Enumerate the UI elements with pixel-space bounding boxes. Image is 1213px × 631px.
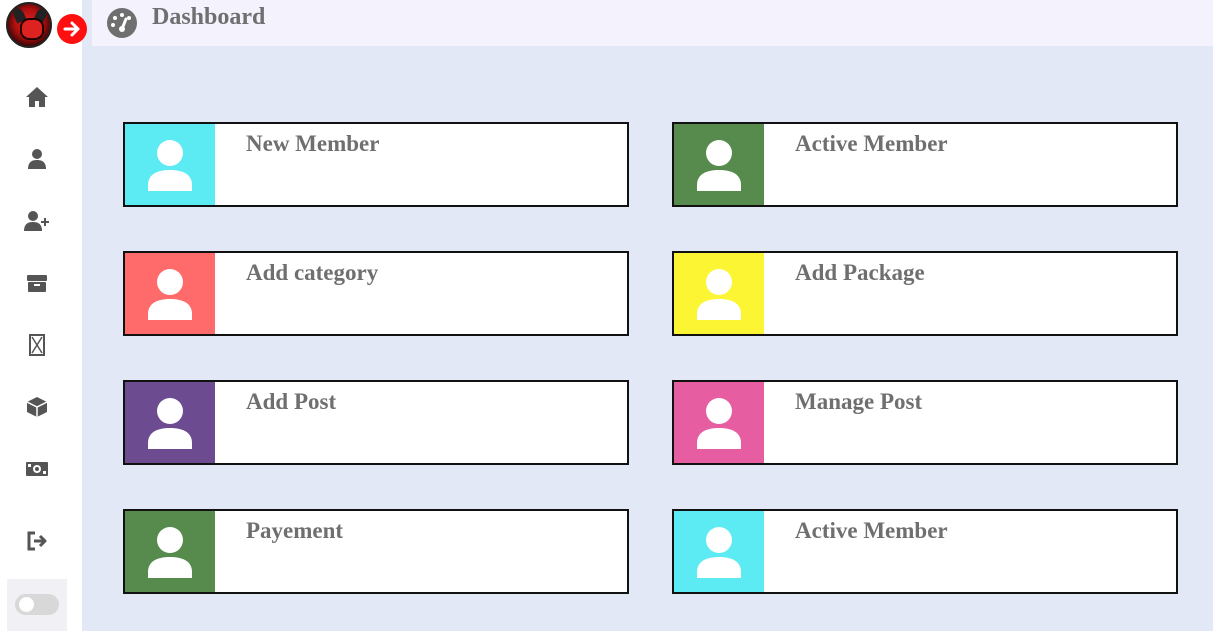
logo-face (20, 18, 44, 40)
sidebar-item-hourglass[interactable] (24, 332, 50, 358)
user-plus-icon (24, 211, 49, 231)
header: Dashboard (92, 0, 1213, 46)
user-icon (148, 526, 192, 578)
user-icon (148, 139, 192, 191)
card-manage-post[interactable]: Manage Post (672, 380, 1178, 465)
card-label: Active Member (795, 131, 948, 156)
card-color-block (125, 511, 215, 592)
logo[interactable] (6, 2, 52, 48)
card-payement[interactable]: Payement (123, 509, 629, 594)
arrow-right-icon (63, 21, 80, 37)
card-color-block (674, 253, 764, 334)
card-add-package[interactable]: Add Package (672, 251, 1178, 336)
page-title: Dashboard (152, 4, 266, 30)
card-label: Active Member (795, 518, 948, 543)
sidebar-item-home[interactable] (24, 84, 50, 110)
card-new-member[interactable]: New Member (123, 122, 629, 207)
card-color-block (125, 253, 215, 334)
user-icon (148, 268, 192, 320)
card-label: Payement (246, 518, 344, 543)
card-label: Add Post (246, 389, 337, 414)
box-icon (27, 275, 47, 292)
card-active-member-2[interactable]: Active Member (672, 509, 1178, 594)
sidebar-item-logout[interactable] (24, 528, 50, 554)
card-active-member[interactable]: Active Member (672, 122, 1178, 207)
card-add-post[interactable]: Add Post (123, 380, 629, 465)
card-add-category[interactable]: Add category (123, 251, 629, 336)
card-label: Manage Post (795, 389, 923, 414)
sidebar-toggle-button[interactable] (57, 14, 87, 44)
user-icon (697, 139, 741, 191)
sidebar-item-package[interactable] (24, 270, 50, 296)
card-color-block (125, 382, 215, 463)
user-icon (697, 268, 741, 320)
user-icon (28, 149, 46, 169)
card-color-block (674, 382, 764, 463)
card-color-block (674, 511, 764, 592)
cube-icon (26, 397, 48, 417)
theme-toggle-container (7, 579, 67, 631)
card-label: Add Package (795, 260, 925, 285)
sidebar-item-cube[interactable] (24, 394, 50, 420)
theme-toggle-switch[interactable] (15, 594, 59, 615)
gauge-icon (107, 8, 137, 38)
sidebar-item-member[interactable] (24, 146, 50, 172)
logout-icon (27, 531, 47, 551)
card-color-block (125, 124, 215, 205)
money-icon (26, 462, 48, 476)
card-label: Add category (246, 260, 379, 285)
hourglass-icon (29, 334, 45, 356)
sidebar-item-add-member[interactable] (24, 208, 50, 234)
sidebar-item-payment[interactable] (24, 456, 50, 482)
user-icon (697, 397, 741, 449)
user-icon (148, 397, 192, 449)
card-label: New Member (246, 131, 380, 156)
home-icon (26, 87, 48, 107)
theme-toggle-knob (19, 597, 34, 612)
card-color-block (674, 124, 764, 205)
user-icon (697, 526, 741, 578)
sidebar (0, 0, 87, 631)
